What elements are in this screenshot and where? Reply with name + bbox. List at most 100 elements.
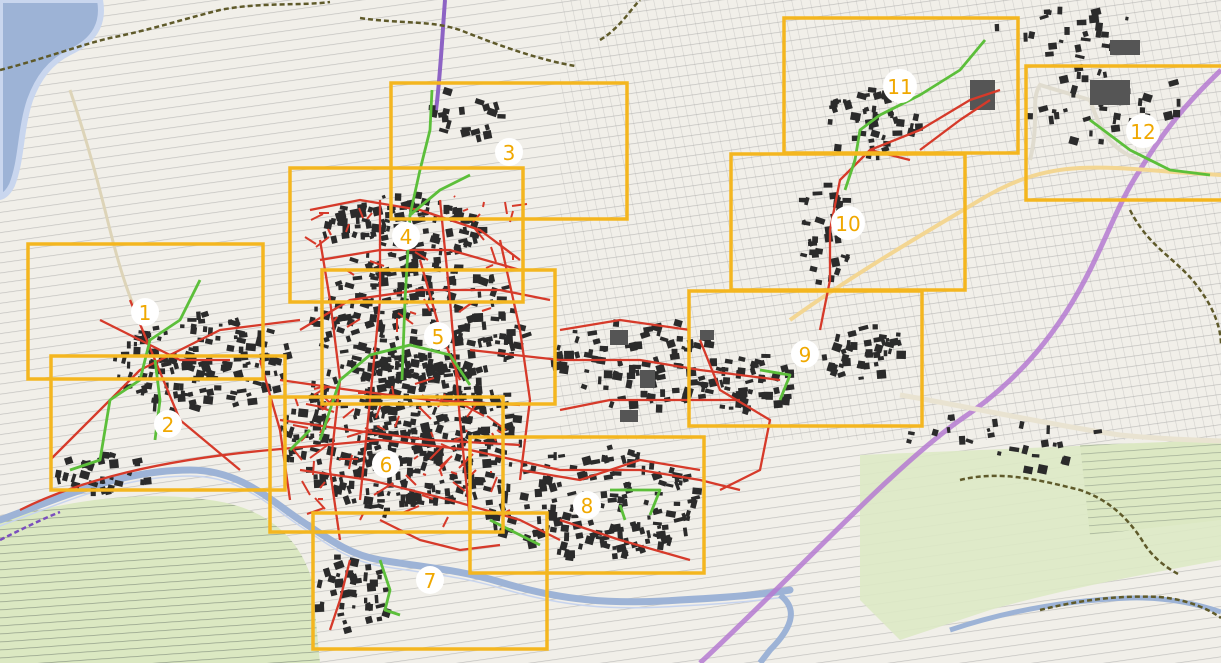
building bbox=[1137, 98, 1143, 107]
building bbox=[700, 330, 714, 340]
building bbox=[242, 363, 248, 368]
building bbox=[622, 498, 628, 507]
zone-label: 6 bbox=[380, 453, 393, 477]
building bbox=[431, 244, 436, 249]
building bbox=[863, 339, 872, 347]
building bbox=[108, 459, 119, 469]
building bbox=[291, 408, 297, 415]
building bbox=[473, 385, 483, 395]
zone-label: 7 bbox=[424, 569, 437, 593]
building bbox=[394, 355, 402, 361]
building bbox=[418, 388, 423, 393]
building bbox=[245, 343, 257, 352]
building bbox=[497, 114, 506, 119]
building bbox=[1099, 106, 1108, 112]
building bbox=[948, 414, 956, 422]
building bbox=[1048, 42, 1058, 50]
building bbox=[445, 368, 451, 373]
building bbox=[355, 216, 360, 225]
building bbox=[761, 353, 771, 358]
building bbox=[419, 354, 428, 361]
building bbox=[833, 143, 842, 152]
building bbox=[363, 572, 368, 582]
building bbox=[549, 526, 557, 533]
building bbox=[179, 383, 184, 391]
building bbox=[1045, 51, 1054, 57]
building bbox=[1071, 93, 1076, 98]
building bbox=[134, 461, 141, 467]
building bbox=[247, 397, 258, 406]
building bbox=[365, 603, 374, 611]
building bbox=[314, 603, 325, 613]
building bbox=[409, 336, 418, 345]
building bbox=[339, 602, 345, 610]
building bbox=[1064, 27, 1070, 35]
building bbox=[202, 395, 214, 405]
building bbox=[559, 364, 570, 375]
building bbox=[761, 393, 771, 400]
building bbox=[850, 341, 858, 351]
building bbox=[503, 356, 508, 363]
building bbox=[496, 296, 507, 301]
building bbox=[427, 352, 432, 359]
building bbox=[821, 354, 828, 361]
building bbox=[657, 541, 665, 551]
building bbox=[541, 504, 547, 510]
building bbox=[444, 488, 451, 497]
map-canvas[interactable]: 123456789101112 bbox=[0, 0, 1221, 663]
building bbox=[189, 404, 195, 410]
building bbox=[196, 311, 202, 321]
building bbox=[560, 524, 570, 533]
building bbox=[474, 476, 484, 486]
building bbox=[655, 404, 663, 413]
building bbox=[548, 511, 558, 521]
building bbox=[895, 332, 901, 337]
building bbox=[807, 241, 818, 247]
building bbox=[366, 582, 377, 592]
building bbox=[609, 493, 619, 498]
building bbox=[442, 432, 449, 440]
building bbox=[1052, 442, 1057, 447]
building bbox=[487, 460, 498, 466]
zone-label: 10 bbox=[835, 212, 860, 236]
building bbox=[1139, 107, 1146, 113]
building bbox=[1027, 113, 1033, 120]
building bbox=[490, 316, 500, 322]
building bbox=[433, 497, 439, 506]
building bbox=[738, 389, 748, 398]
building bbox=[380, 334, 385, 338]
building bbox=[671, 348, 678, 358]
building bbox=[463, 386, 471, 391]
building bbox=[703, 340, 715, 349]
building bbox=[473, 312, 484, 323]
building bbox=[477, 291, 482, 298]
building bbox=[133, 341, 138, 347]
building bbox=[603, 348, 607, 353]
building bbox=[289, 456, 295, 463]
building bbox=[612, 546, 617, 550]
building bbox=[371, 283, 377, 290]
building bbox=[518, 439, 523, 448]
building bbox=[407, 384, 417, 395]
building bbox=[369, 313, 378, 323]
building bbox=[424, 482, 434, 489]
building bbox=[202, 326, 208, 333]
building bbox=[671, 387, 680, 394]
building bbox=[1043, 9, 1051, 15]
building bbox=[399, 457, 409, 465]
building bbox=[692, 487, 703, 495]
building bbox=[994, 23, 1000, 32]
building bbox=[1095, 29, 1102, 38]
building bbox=[445, 228, 454, 238]
building bbox=[364, 597, 368, 604]
building bbox=[464, 415, 474, 423]
building bbox=[505, 334, 514, 345]
building bbox=[719, 404, 726, 410]
building bbox=[815, 279, 823, 286]
building bbox=[660, 389, 666, 397]
building bbox=[827, 119, 833, 125]
building bbox=[410, 427, 418, 435]
building bbox=[722, 377, 731, 385]
building bbox=[475, 377, 482, 386]
building bbox=[823, 182, 833, 188]
